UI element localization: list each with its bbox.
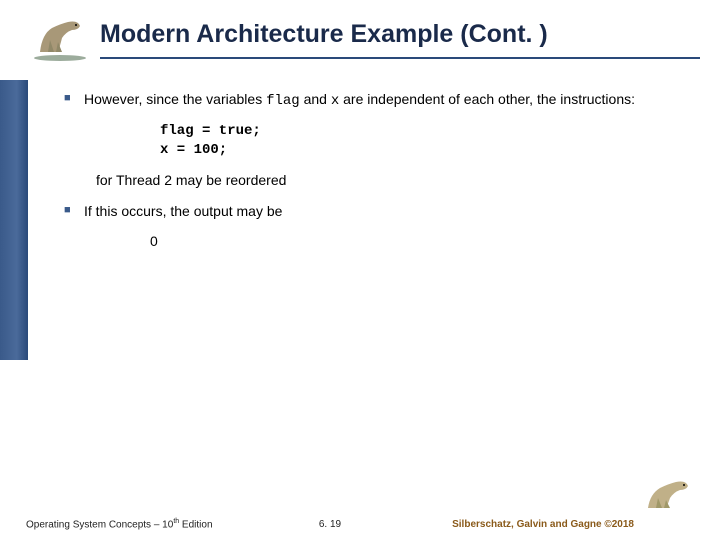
footer-year: 2018 <box>612 519 634 530</box>
bullet-1-text-a: However, since the variables <box>84 91 266 107</box>
dinosaur-logo-small-icon <box>642 476 696 516</box>
bullet-2: If this occurs, the output may be <box>60 202 680 222</box>
slide-number: 6. 19 <box>319 519 341 530</box>
bullet-1-text-c: are independent of each other, the instr… <box>339 91 635 107</box>
sub-text-reorder: for Thread 2 may be reordered <box>96 171 680 191</box>
code-x: x <box>331 93 339 109</box>
code-flag: flag <box>266 93 300 109</box>
footer-authors: Silberschatz, Galvin and Gagne <box>452 519 604 530</box>
bullet-1-text-b: and <box>300 91 331 107</box>
page-title: Modern Architecture Example (Cont. ) <box>100 20 700 59</box>
code-block: flag = true; x = 100; <box>160 122 680 161</box>
slide-footer: Operating System Concepts – 10th Edition… <box>26 518 634 530</box>
slide-header: Modern Architecture Example (Cont. ) <box>0 20 720 59</box>
side-accent-bar <box>0 80 28 360</box>
slide-content: However, since the variables flag and x … <box>60 90 680 252</box>
bullet-1: However, since the variables flag and x … <box>60 90 680 112</box>
code-line-2: x = 100; <box>160 141 680 161</box>
output-zero: 0 <box>150 232 680 252</box>
footer-book-suffix: Edition <box>179 519 212 530</box>
footer-book-prefix: Operating System Concepts – 10 <box>26 519 173 530</box>
footer-left: Operating System Concepts – 10th Edition <box>26 518 213 530</box>
code-line-1: flag = true; <box>160 122 680 142</box>
copyright-symbol: © <box>604 519 611 530</box>
footer-copyright: Silberschatz, Galvin and Gagne ©2018 <box>452 519 634 530</box>
